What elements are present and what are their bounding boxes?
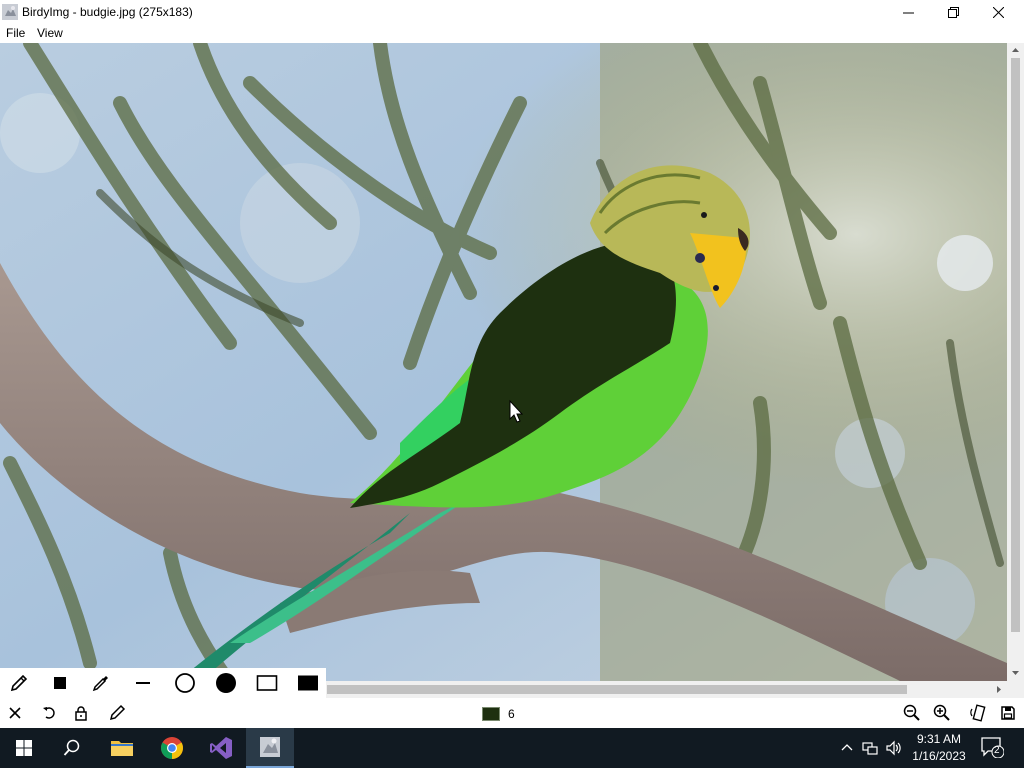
vertical-scrollbar[interactable]: [1007, 43, 1024, 681]
zoom-out-icon: [903, 704, 920, 721]
brush-size-label: 6: [508, 707, 515, 721]
search-icon: [63, 739, 80, 756]
action-center-button[interactable]: 2: [980, 736, 1010, 760]
app-icon: [2, 4, 18, 20]
minimize-button[interactable]: [886, 0, 931, 24]
network-tray-icon[interactable]: [860, 738, 880, 758]
cancel-button[interactable]: [4, 702, 26, 724]
scroll-right-icon[interactable]: [994, 685, 1003, 694]
taskbar-search-button[interactable]: [48, 728, 96, 768]
network-icon: [862, 742, 878, 755]
volume-tray-icon[interactable]: [884, 738, 904, 758]
filled-circle-icon: [216, 673, 236, 693]
notification-count: 2: [994, 745, 1000, 756]
scroll-down-icon[interactable]: [1011, 668, 1020, 677]
menu-file[interactable]: File: [6, 26, 25, 40]
clock-time: 9:31 AM: [916, 732, 962, 746]
restore-button[interactable]: [931, 0, 976, 24]
budgie-photo[interactable]: [0, 43, 1007, 681]
pen-tool-button[interactable]: [0, 668, 38, 698]
vertical-scroll-thumb[interactable]: [1011, 58, 1020, 632]
save-button[interactable]: [997, 702, 1019, 724]
filled-rectangle-button[interactable]: [289, 668, 327, 698]
notification-icon: [981, 737, 1005, 759]
filled-rectangle-icon: [298, 675, 318, 691]
zoom-in-button[interactable]: [931, 702, 953, 724]
close-icon: [993, 6, 1004, 18]
clock-date: 1/16/2023: [912, 749, 966, 763]
zoom-out-button[interactable]: [901, 702, 923, 724]
circle-outline-icon: [175, 673, 195, 693]
show-hidden-icons-button[interactable]: [837, 738, 857, 758]
start-button[interactable]: [0, 728, 48, 768]
restore-icon: [948, 6, 959, 18]
selected-color-swatch[interactable]: [482, 707, 500, 721]
rectangle-outline-icon: [256, 675, 278, 691]
birdyimg-app-icon: [260, 737, 280, 757]
chevron-up-icon: [841, 744, 853, 751]
horizontal-scroll-thumb[interactable]: [327, 685, 907, 694]
taskbar-clock[interactable]: 9:31 AM 1/16/2023: [908, 731, 970, 765]
eyedropper-icon: [92, 676, 108, 692]
close-window-button[interactable]: [976, 0, 1021, 24]
menu-bar: File View: [0, 24, 1024, 42]
folder-icon: [111, 741, 133, 756]
lock-icon: [75, 706, 87, 721]
taskbar: 9:31 AM 1/16/2023 2: [0, 728, 1024, 768]
image-canvas[interactable]: [0, 43, 1007, 681]
scrollbar-corner: [1007, 681, 1024, 698]
scroll-up-icon[interactable]: [1011, 46, 1020, 55]
speaker-icon: [886, 740, 901, 756]
save-icon: [1001, 706, 1015, 720]
taskbar-chrome[interactable]: [148, 728, 196, 768]
filled-circle-button[interactable]: [207, 668, 245, 698]
undo-button[interactable]: [39, 702, 61, 724]
horizontal-scrollbar[interactable]: [326, 681, 1007, 698]
edit-button[interactable]: [106, 702, 128, 724]
square-brush-button[interactable]: [41, 668, 79, 698]
line-tool-button[interactable]: [124, 668, 162, 698]
line-icon: [136, 682, 150, 684]
rotate-button[interactable]: [967, 702, 989, 724]
close-icon: [9, 707, 21, 719]
window-title: BirdyImg - budgie.jpg (275x183): [22, 5, 193, 19]
visual-studio-icon: [210, 737, 232, 759]
minimize-icon: [903, 12, 914, 13]
zoom-in-icon: [933, 704, 950, 721]
eyedropper-button[interactable]: [82, 668, 120, 698]
rectangle-outline-button[interactable]: [248, 668, 286, 698]
taskbar-file-explorer[interactable]: [98, 728, 146, 768]
lock-button[interactable]: [70, 702, 92, 724]
title-bar: BirdyImg - budgie.jpg (275x183): [0, 0, 1024, 24]
windows-logo-icon: [16, 740, 32, 756]
taskbar-birdyimg[interactable]: [246, 728, 294, 768]
pen-icon: [10, 674, 28, 692]
taskbar-visual-studio[interactable]: [197, 728, 245, 768]
chrome-icon: [161, 737, 183, 759]
circle-outline-button[interactable]: [166, 668, 204, 698]
filled-square-icon: [54, 677, 66, 689]
drawing-toolbar: [0, 668, 326, 698]
rotate-icon: [970, 704, 986, 722]
pencil-icon: [109, 704, 126, 721]
menu-view[interactable]: View: [37, 26, 63, 40]
undo-icon: [43, 707, 55, 719]
